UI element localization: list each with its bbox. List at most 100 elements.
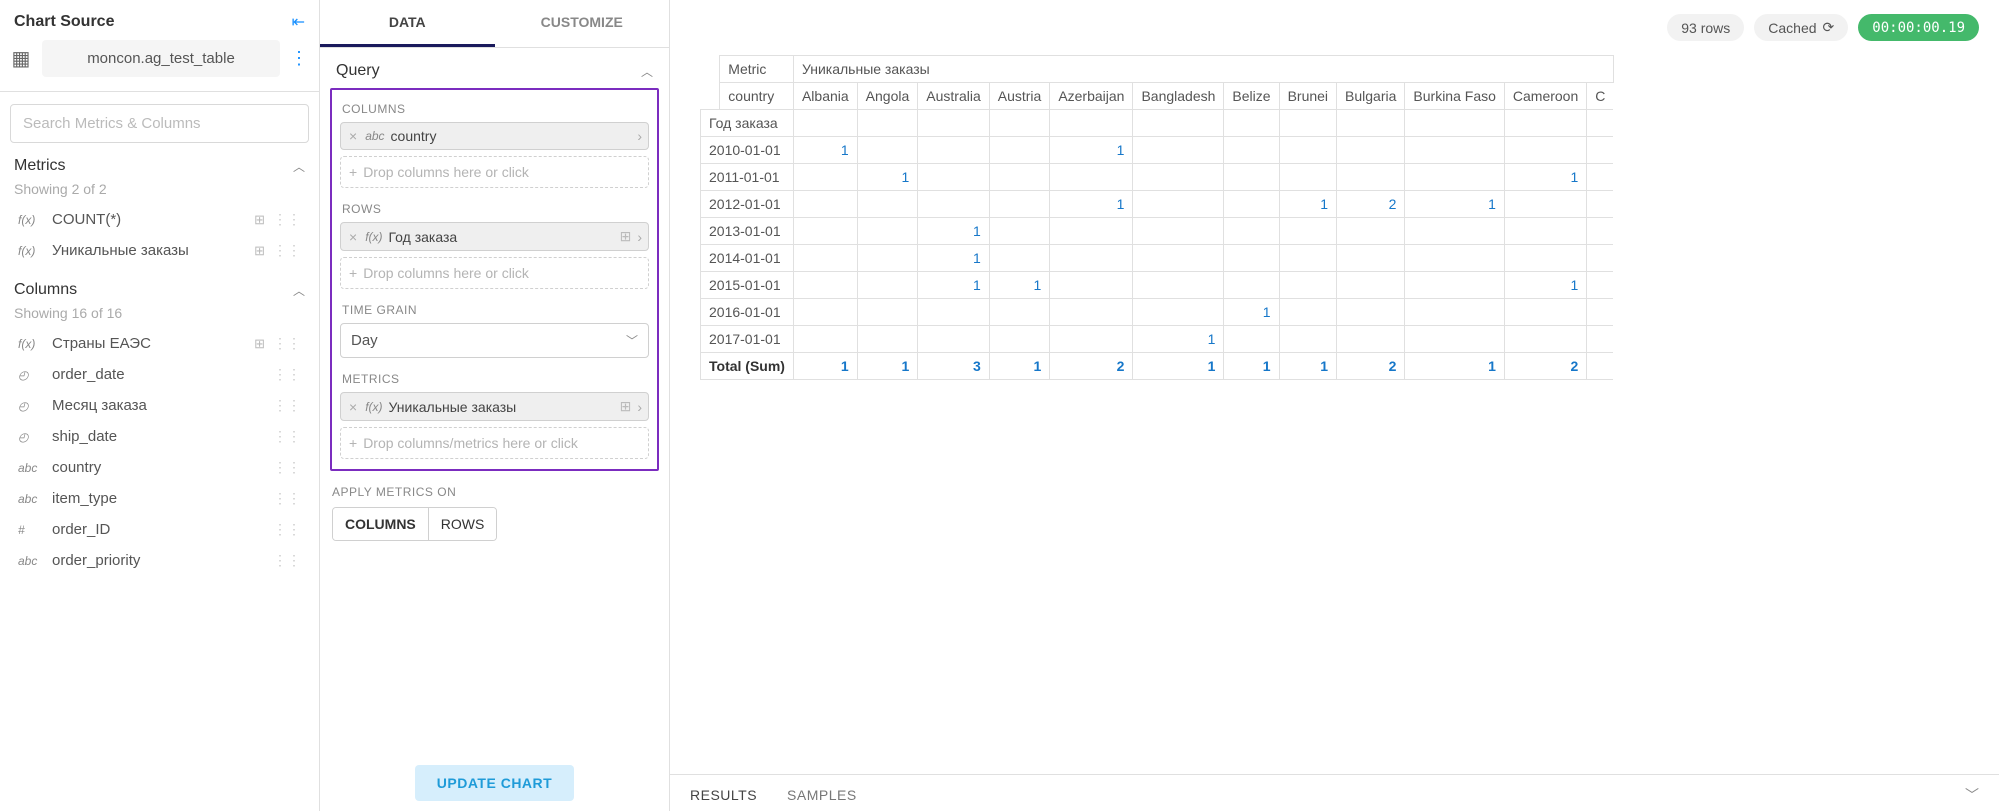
drag-handle-icon[interactable]: ⋮⋮ (273, 521, 301, 538)
time-grain-select[interactable]: Day ﹀ (340, 323, 649, 358)
cell-value[interactable] (918, 137, 989, 164)
cell-value[interactable] (989, 245, 1050, 272)
cell-value[interactable] (1504, 218, 1586, 245)
cell-value[interactable] (1224, 164, 1279, 191)
cell-value[interactable]: 1 (1133, 326, 1224, 353)
collapse-sidebar-icon[interactable]: ⇤ (292, 12, 305, 32)
cell-value[interactable] (1224, 326, 1279, 353)
column-item[interactable]: ◴ order_date ⋮⋮ (10, 360, 309, 389)
cell-value[interactable] (1279, 245, 1336, 272)
cell-value[interactable] (857, 218, 918, 245)
remove-chip-icon[interactable]: × (347, 399, 359, 415)
cell-value[interactable] (793, 326, 857, 353)
cell-value[interactable] (1050, 299, 1133, 326)
cell-value[interactable] (793, 218, 857, 245)
metric-item[interactable]: f(x) COUNT(*) ⊞ ⋮⋮ (10, 205, 309, 234)
cell-value[interactable] (1337, 299, 1405, 326)
cell-value[interactable] (793, 299, 857, 326)
tab-data[interactable]: DATA (320, 0, 495, 47)
cell-value[interactable] (989, 164, 1050, 191)
cell-value[interactable] (1279, 326, 1336, 353)
column-chip-country[interactable]: × abc country › (340, 122, 649, 150)
remove-chip-icon[interactable]: × (347, 229, 359, 245)
remove-chip-icon[interactable]: × (347, 128, 359, 144)
country-col-header[interactable]: Austria (989, 83, 1050, 110)
apply-rows-button[interactable]: ROWS (429, 508, 497, 540)
drag-handle-icon[interactable]: ⋮⋮ (273, 397, 301, 414)
column-item[interactable]: abc order_priority ⋮⋮ (10, 546, 309, 575)
cell-value[interactable] (1050, 272, 1133, 299)
drop-columns-zone[interactable]: + Drop columns here or click (340, 156, 649, 188)
column-item[interactable]: ◴ ship_date ⋮⋮ (10, 422, 309, 451)
cell-value[interactable] (989, 191, 1050, 218)
cell-value[interactable]: 1 (857, 164, 918, 191)
total-cell[interactable]: 1 (1133, 353, 1224, 380)
cell-value[interactable] (1337, 137, 1405, 164)
country-col-header[interactable]: Burkina Faso (1405, 83, 1504, 110)
drag-handle-icon[interactable]: ⋮⋮ (273, 428, 301, 445)
cached-pill[interactable]: Cached ⟳ (1754, 14, 1848, 41)
country-col-header[interactable]: Brunei (1279, 83, 1336, 110)
chevron-up-icon[interactable]: ︿ (641, 63, 653, 80)
update-chart-button[interactable]: UPDATE CHART (415, 765, 574, 801)
cell-value[interactable] (1050, 326, 1133, 353)
cell-value[interactable] (1504, 326, 1586, 353)
metric-item[interactable]: f(x) Уникальные заказы ⊞ ⋮⋮ (10, 236, 309, 265)
cell-value[interactable] (1224, 245, 1279, 272)
cell-value[interactable] (1133, 137, 1224, 164)
drag-handle-icon[interactable]: ⋮⋮ (273, 335, 301, 352)
cell-value[interactable]: 1 (1224, 299, 1279, 326)
cell-value[interactable]: 1 (918, 272, 989, 299)
tab-customize[interactable]: CUSTOMIZE (495, 0, 670, 47)
cell-value[interactable] (989, 326, 1050, 353)
cell-value[interactable] (1337, 326, 1405, 353)
country-col-header[interactable]: Angola (857, 83, 918, 110)
drag-handle-icon[interactable]: ⋮⋮ (273, 211, 301, 228)
cell-value[interactable]: 1 (1050, 191, 1133, 218)
search-input[interactable] (10, 104, 309, 143)
drop-metrics-zone[interactable]: + Drop columns/metrics here or click (340, 427, 649, 459)
cell-value[interactable] (1405, 218, 1504, 245)
cell-value[interactable] (1405, 245, 1504, 272)
cell-value[interactable] (1504, 137, 1586, 164)
drag-handle-icon[interactable]: ⋮⋮ (273, 490, 301, 507)
tab-results[interactable]: RESULTS (690, 787, 757, 803)
cell-value[interactable] (857, 272, 918, 299)
cell-value[interactable] (857, 137, 918, 164)
cell-value[interactable] (857, 326, 918, 353)
cell-value[interactable]: 1 (918, 218, 989, 245)
cell-value[interactable] (1279, 218, 1336, 245)
country-col-header[interactable]: Belize (1224, 83, 1279, 110)
total-cell[interactable]: 1 (793, 353, 857, 380)
cell-value[interactable] (918, 326, 989, 353)
cell-value[interactable] (1050, 218, 1133, 245)
cell-value[interactable] (1050, 164, 1133, 191)
cell-value[interactable] (1504, 245, 1586, 272)
cell-value[interactable] (1133, 218, 1224, 245)
cell-value[interactable] (857, 191, 918, 218)
total-cell[interactable]: 2 (1337, 353, 1405, 380)
cell-value[interactable]: 1 (989, 272, 1050, 299)
column-item[interactable]: abc country ⋮⋮ (10, 453, 309, 482)
metric-chip-unique-orders[interactable]: × f(x) Уникальные заказы ⊞ › (340, 392, 649, 421)
column-item[interactable]: abc item_type ⋮⋮ (10, 484, 309, 513)
drag-handle-icon[interactable]: ⋮⋮ (273, 242, 301, 259)
country-col-header[interactable]: Azerbaijan (1050, 83, 1133, 110)
cell-value[interactable] (989, 137, 1050, 164)
total-cell[interactable]: 3 (918, 353, 989, 380)
cell-value[interactable] (1224, 137, 1279, 164)
cell-value[interactable] (1337, 218, 1405, 245)
apply-columns-button[interactable]: COLUMNS (333, 508, 429, 540)
cell-value[interactable] (857, 245, 918, 272)
cell-value[interactable] (989, 299, 1050, 326)
chevron-up-icon[interactable]: ︿ (293, 158, 305, 175)
drop-rows-zone[interactable]: + Drop columns here or click (340, 257, 649, 289)
cell-value[interactable]: 1 (918, 245, 989, 272)
cell-value[interactable]: 1 (1405, 191, 1504, 218)
total-cell[interactable]: 1 (989, 353, 1050, 380)
country-col-header[interactable]: C (1587, 83, 1614, 110)
chevron-right-icon[interactable]: › (637, 399, 642, 415)
cell-value[interactable]: 1 (1050, 137, 1133, 164)
cell-value[interactable] (1050, 245, 1133, 272)
cell-value[interactable] (1279, 272, 1336, 299)
